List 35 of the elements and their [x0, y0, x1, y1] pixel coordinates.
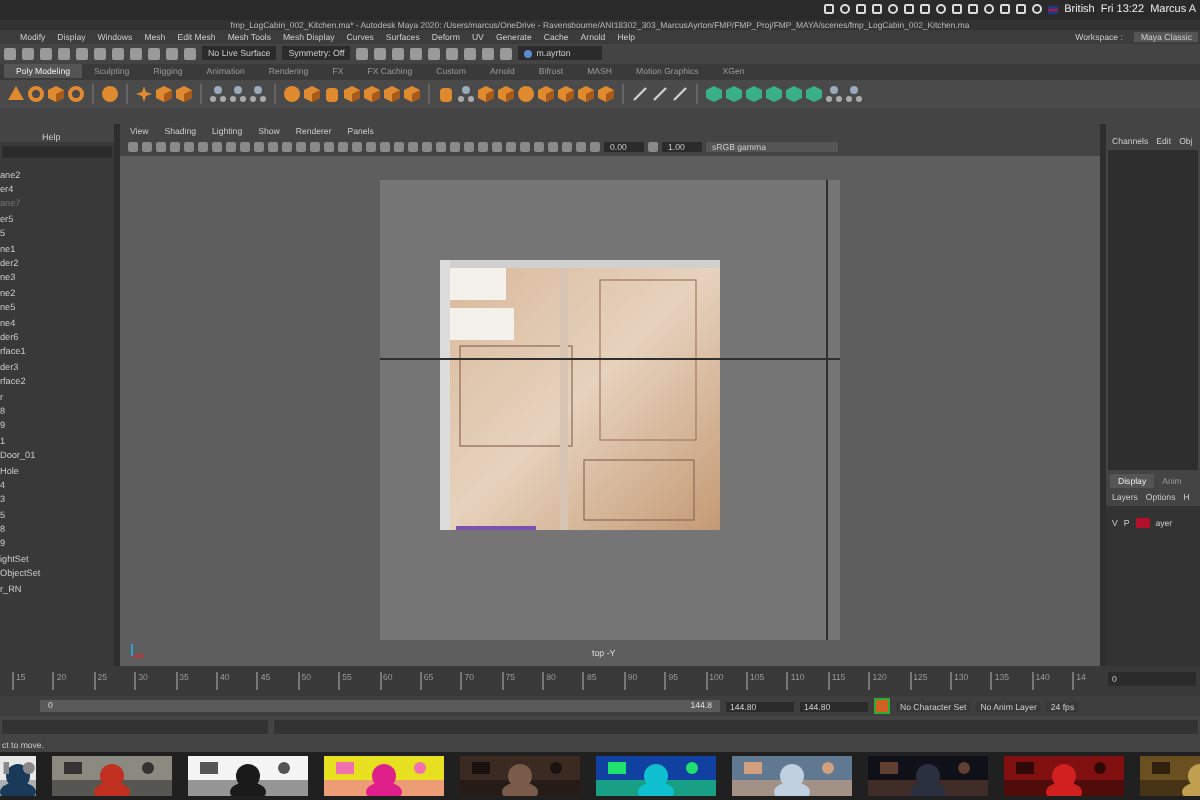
cube-icon[interactable]	[558, 85, 574, 102]
sphere-icon[interactable]	[284, 85, 300, 102]
node-icon[interactable]	[230, 85, 246, 102]
cube-icon[interactable]	[598, 85, 614, 102]
node-icon[interactable]	[846, 85, 862, 102]
layer-color-swatch[interactable]	[1135, 517, 1150, 528]
node-icon[interactable]	[250, 85, 266, 102]
cube-icon[interactable]	[498, 85, 514, 102]
cylinder-icon[interactable]	[438, 85, 454, 102]
node-icon[interactable]	[458, 85, 474, 102]
torus-icon[interactable]	[68, 85, 84, 102]
cube-icon[interactable]	[384, 85, 400, 102]
axis-icon	[130, 642, 146, 659]
cube-icon[interactable]	[538, 85, 554, 102]
sphere-icon[interactable]	[102, 85, 118, 102]
auto-key-icon[interactable]	[874, 698, 890, 715]
node-icon[interactable]	[210, 85, 226, 102]
cone-icon[interactable]	[8, 85, 24, 102]
cube-icon[interactable]	[578, 85, 594, 102]
cube-icon[interactable]	[304, 85, 320, 102]
cube-icon[interactable]	[176, 85, 192, 102]
cylinder-icon[interactable]	[324, 85, 340, 102]
star-icon[interactable]	[136, 85, 152, 102]
cube-icon[interactable]	[478, 85, 494, 102]
cube-icon[interactable]	[156, 85, 172, 102]
sphere-icon[interactable]	[518, 85, 534, 102]
torus-icon[interactable]	[28, 85, 44, 102]
node-icon[interactable]	[826, 85, 842, 102]
search-field[interactable]	[2, 145, 112, 158]
cube-icon[interactable]	[404, 85, 420, 102]
cube-icon[interactable]	[344, 85, 360, 102]
tool-icon[interactable]	[648, 141, 658, 152]
flag-icon[interactable]	[1048, 6, 1059, 14]
cube-icon[interactable]	[364, 85, 380, 102]
cube-icon[interactable]	[48, 85, 64, 102]
